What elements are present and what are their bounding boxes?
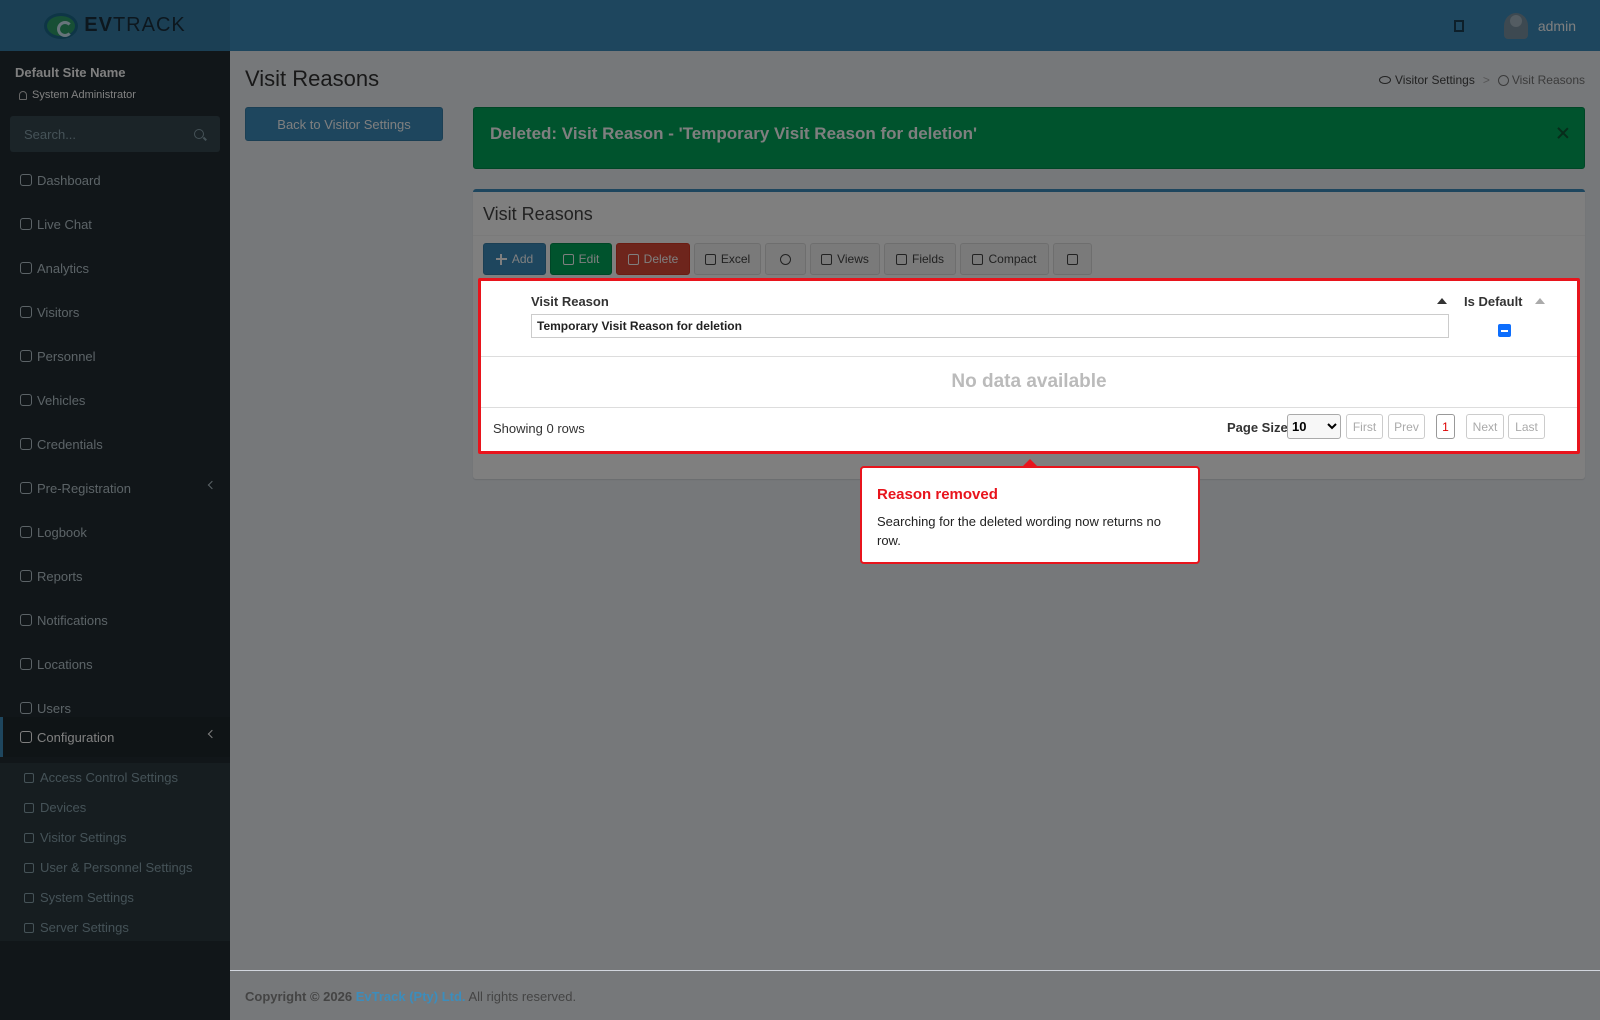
callout-title: Reason removed (877, 486, 998, 503)
is-default-filter-checkbox[interactable] (1498, 324, 1511, 337)
page-size-label: Page Size (1227, 420, 1288, 435)
dim-overlay (0, 0, 1600, 1020)
column-header-visit-reason[interactable]: Visit Reason (531, 294, 609, 309)
pager-prev-button[interactable]: Prev (1388, 414, 1425, 439)
footer-text: Copyright © 2026 EvTrack (Pty) Ltd. All … (245, 989, 577, 1004)
row-count: Showing 0 rows (493, 421, 585, 436)
grid-divider (481, 356, 1577, 357)
page-size-select[interactable]: 10 (1287, 414, 1341, 439)
annotation-callout: Reason removed Searching for the deleted… (860, 459, 1200, 564)
footer: Copyright © 2026 EvTrack (Pty) Ltd. All … (230, 970, 1600, 1020)
pager-first-button[interactable]: First (1346, 414, 1383, 439)
pager-current-page[interactable]: 1 (1436, 414, 1455, 439)
visit-reason-filter-input[interactable] (531, 314, 1449, 338)
sort-ascending-icon[interactable] (1437, 298, 1447, 304)
grid-divider (481, 407, 1577, 408)
no-data-message: No data available (951, 371, 1107, 392)
pager-last-button[interactable]: Last (1508, 414, 1545, 439)
column-header-is-default[interactable]: Is Default (1464, 294, 1523, 309)
company-link[interactable]: EvTrack (Pty) Ltd. (356, 989, 466, 1004)
pager-next-button[interactable]: Next (1466, 414, 1504, 439)
highlighted-grid: Visit Reason Is Default No data availabl… (478, 278, 1580, 454)
callout-body: Searching for the deleted wording now re… (877, 514, 1162, 548)
sort-icon[interactable] (1535, 298, 1545, 304)
